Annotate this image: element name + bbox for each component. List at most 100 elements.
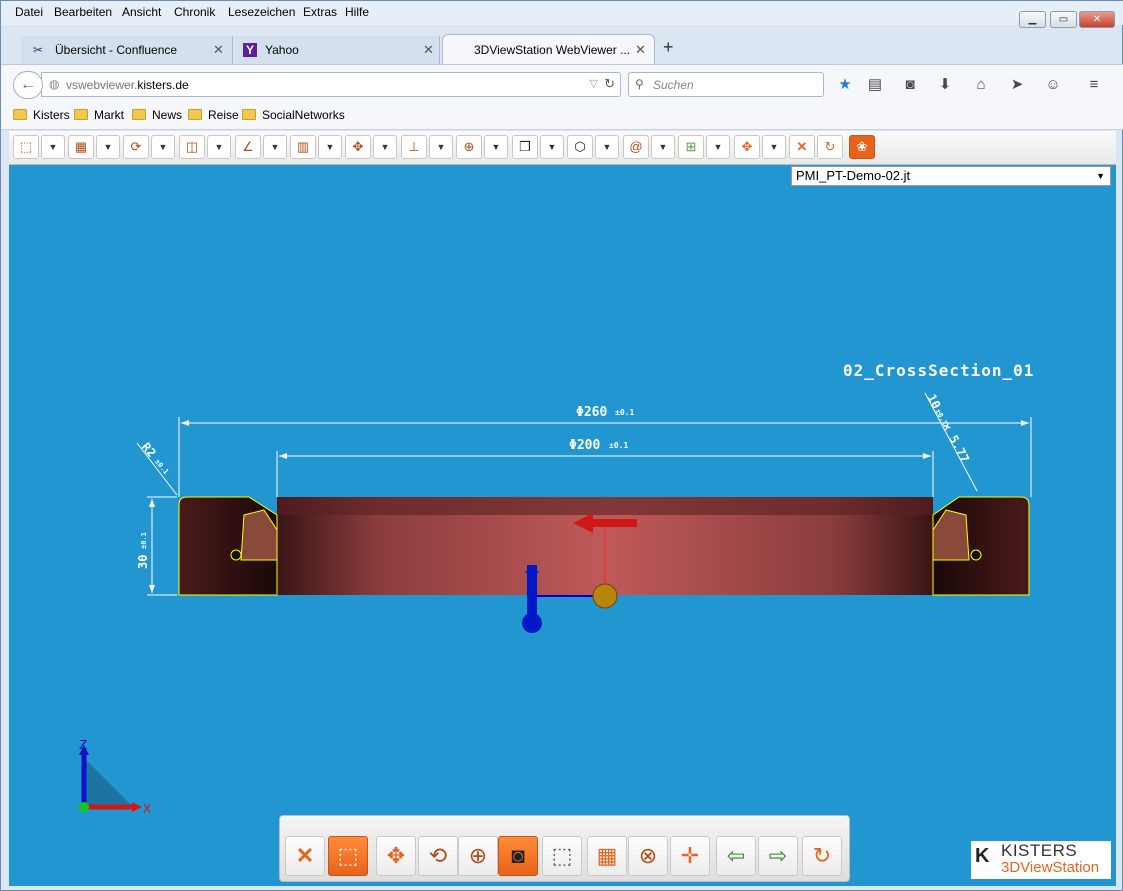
url-text: vswebviewer.kisters.de <box>66 78 189 92</box>
dropdown-arrow-icon[interactable]: ▼ <box>429 135 453 159</box>
maximize-button[interactable]: ▭ <box>1050 11 1077 28</box>
navigation-bar: ◍ vswebviewer.kisters.de ▽ ↻ ← ⚲ Suchen … <box>1 64 1123 102</box>
close-tab-icon[interactable]: ✕ <box>635 36 646 64</box>
bookmark-socialnetworks[interactable]: SocialNetworks <box>242 108 345 124</box>
tab-label: 3DViewStation WebViewer ... <box>474 43 631 57</box>
emoji-icon[interactable]: ☺ <box>1043 75 1063 95</box>
confluence-icon: ✂ <box>32 43 44 57</box>
zoom-icon[interactable]: ⊕ <box>456 135 482 159</box>
select-icon[interactable]: ⬚ <box>13 135 39 159</box>
cube-icon[interactable]: ❒ <box>512 135 538 159</box>
rotate-icon[interactable]: ⟳ <box>123 135 149 159</box>
home-icon[interactable]: ⌂ <box>971 75 991 95</box>
inner-diameter-tolerance: ±0.1 <box>609 441 628 450</box>
menu-hilfe[interactable]: Hilfe <box>345 5 369 19</box>
dropdown-arrow-icon[interactable]: ▼ <box>540 135 564 159</box>
render-mode-icon[interactable]: ▦ <box>68 135 94 159</box>
send-icon[interactable]: ➤ <box>1007 75 1027 95</box>
rotate-3d-icon[interactable]: ⟲ <box>418 836 458 876</box>
tab-label: Yahoo <box>265 43 299 57</box>
move-icon[interactable]: ✥ <box>734 135 760 159</box>
axis-icon[interactable]: ⊥ <box>401 135 427 159</box>
previous-view-icon[interactable]: ⇦ <box>716 836 756 876</box>
close-icon[interactable]: ✕ <box>789 135 815 159</box>
bookmark-list-icon[interactable]: ▤ <box>865 75 885 95</box>
close-tab-icon[interactable]: ✕ <box>213 36 224 64</box>
box-select-icon[interactable]: ⬚ <box>542 836 582 876</box>
view-icon[interactable]: ◫ <box>179 135 205 159</box>
pan-icon[interactable]: ✥ <box>376 836 416 876</box>
close-tab-icon[interactable]: ✕ <box>423 36 434 64</box>
tab-yahoo[interactable]: Y Yahoo ✕ <box>235 36 440 64</box>
bookmark-reise[interactable]: Reise <box>188 108 239 124</box>
menu-lesezeichen[interactable]: Lesezeichen <box>228 5 295 19</box>
center-point-icon[interactable]: ✛ <box>670 836 710 876</box>
dropdown-arrow-icon[interactable]: ▼ <box>41 135 65 159</box>
dropdown-arrow-icon[interactable]: ▼ <box>762 135 786 159</box>
reload-icon[interactable]: ↻ <box>604 76 615 92</box>
viewer-toolbar: ⬚ ▼ ▦ ▼ ⟳ ▼ ◫ ▼ ∠ ▼ ▥ ▼ ✥ ▼ ⊥ ▼ ⊕ ▼ ❒ ▼ ⬡ ▼ @ ▼ ⊞ ▼ ✥… <box>9 131 1116 165</box>
zoom-area-icon[interactable]: ◙ <box>498 836 538 876</box>
pocket-icon[interactable]: ◙ <box>900 75 920 95</box>
model-select-dropdown[interactable]: PMI_PT-Demo-02.jt ▼ <box>791 166 1111 186</box>
new-tab-button[interactable]: + <box>663 37 674 58</box>
search-field[interactable]: ⚲ Suchen <box>628 72 824 97</box>
menu-chronik[interactable]: Chronik <box>174 5 215 19</box>
select-part-icon[interactable]: ⬚ <box>328 836 368 876</box>
menu-bearbeiten[interactable]: Bearbeiten <box>54 5 112 19</box>
zoom-icon[interactable]: ⊕ <box>458 836 498 876</box>
spiral-icon[interactable]: @ <box>623 135 649 159</box>
menu-hamburger-icon[interactable]: ≡ <box>1084 75 1104 95</box>
dropdown-arrow-icon[interactable]: ▼ <box>318 135 342 159</box>
section-icon[interactable]: ▥ <box>290 135 316 159</box>
dropdown-arrow-icon[interactable]: ▼ <box>651 135 675 159</box>
bottom-toolbar: ✕ ⬚ ✥ ⟲ ⊕ ◙ ⬚ ▦ ⊗ ✛ ⇦ ⇨ ↻ <box>279 815 850 882</box>
menu-datei[interactable]: Datei <box>15 5 43 19</box>
axis-triad: Z X <box>79 738 151 816</box>
axis-x-label: X <box>143 802 151 816</box>
menu-extras[interactable]: Extras <box>303 5 337 19</box>
radius-annotation: R2 ±0.1 <box>139 440 170 476</box>
model-select-value: PMI_PT-Demo-02.jt <box>796 168 911 183</box>
back-button[interactable]: ← <box>13 71 43 99</box>
bookmark-news[interactable]: News <box>132 108 182 124</box>
close-window-button[interactable]: ✕ <box>1079 11 1115 28</box>
folder-icon <box>242 109 256 120</box>
minimize-button[interactable]: ▁ <box>1019 11 1046 28</box>
measure-icon[interactable]: ∠ <box>235 135 261 159</box>
folder-icon <box>74 109 88 120</box>
tab-confluence[interactable]: ✂ Übersicht - Confluence ✕ <box>21 36 233 64</box>
dropdown-arrow-icon[interactable]: ▼ <box>484 135 508 159</box>
add-part-icon[interactable]: ⊞ <box>678 135 704 159</box>
dropdown-arrow-icon[interactable]: ▼ <box>706 135 730 159</box>
menu-ansicht[interactable]: Ansicht <box>122 5 161 19</box>
reset-view-icon[interactable]: ↻ <box>802 836 842 876</box>
wireframe-cube-icon[interactable]: ⬡ <box>567 135 593 159</box>
dropdown-arrow-icon[interactable]: ▼ <box>373 135 397 159</box>
dropdown-arrow-icon[interactable]: ▼ <box>96 135 120 159</box>
bookmark-star-icon[interactable]: ★ <box>835 75 855 95</box>
center-icon[interactable]: ✥ <box>345 135 371 159</box>
url-bar[interactable]: ◍ vswebviewer.kisters.de ▽ ↻ <box>41 72 621 97</box>
fit-view-icon[interactable]: ▦ <box>587 836 627 876</box>
reset-icon[interactable]: ↻ <box>817 135 843 159</box>
dropdown-arrow-icon[interactable]: ▼ <box>595 135 619 159</box>
zoom-fit-icon[interactable]: ⊗ <box>628 836 668 876</box>
menu-bar: Datei Bearbeiten Ansicht Chronik Lesezei… <box>1 1 1123 28</box>
height-annotation: 30 ±0.1 <box>136 532 150 569</box>
tab-3dviewstation[interactable]: 3DViewStation WebViewer ... ✕ <box>442 34 655 65</box>
bookmark-markt[interactable]: Markt <box>74 108 124 124</box>
bookmark-kisters[interactable]: Kisters <box>13 108 70 124</box>
history-dropdown-icon[interactable]: ▽ <box>590 77 598 90</box>
folder-icon <box>188 109 202 120</box>
dropdown-arrow-icon[interactable]: ▼ <box>207 135 231 159</box>
close-icon[interactable]: ✕ <box>285 836 325 876</box>
gizmo-center-handle[interactable] <box>592 583 618 609</box>
color-palette-icon[interactable]: ❀ <box>849 135 875 159</box>
dropdown-arrow-icon[interactable]: ▼ <box>151 135 175 159</box>
dropdown-arrow-icon[interactable]: ▼ <box>263 135 287 159</box>
download-icon[interactable]: ⬇ <box>935 75 955 95</box>
globe-icon: ◍ <box>49 77 60 91</box>
3d-viewport[interactable]: Φ260 ±0.1 Φ200 ±0.1 R2 ±0.1 30 ±0.1 10 ±… <box>9 165 1116 886</box>
next-view-icon[interactable]: ⇨ <box>758 836 798 876</box>
